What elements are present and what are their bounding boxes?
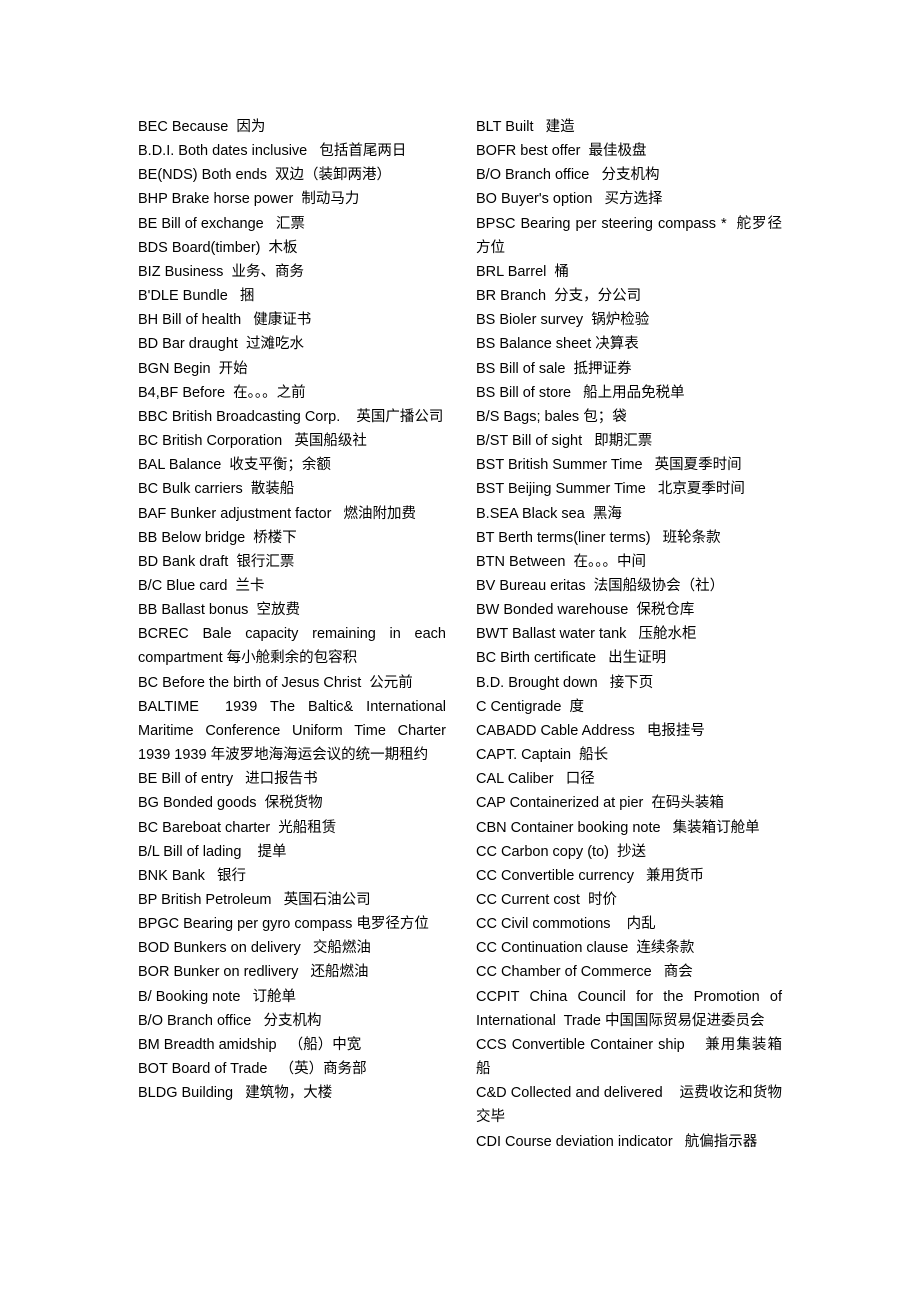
glossary-entry: CC Civil commotions 内乱 [476,916,656,933]
glossary-entry: B/C Blue card 兰卡 [138,577,265,594]
glossary-entry: B/ST Bill of sight 即期汇票 [476,433,653,450]
glossary-entry: BD Bank draft 银行汇票 [138,553,295,570]
glossary-entry: BALTIME 1939 The Baltic& International M… [138,698,451,764]
glossary-entry: BR Branch 分支，分公司 [476,288,642,305]
glossary-entry: B.D.I. Both dates inclusive 包括首尾两日 [138,143,407,160]
right-column: BLT Built 建造 BOFR best offer 最佳极盘 B/O Bran… [476,115,782,1154]
glossary-entry: C&D Collected and delivered 运费收讫和货物交毕 [476,1085,782,1126]
glossary-entry: BE Bill of exchange 汇票 [138,215,305,232]
glossary-entry: BC Bareboat charter 光船租赁 [138,819,337,836]
glossary-entry: BEC Because 因为 [138,119,266,135]
glossary-entry: CABADD Cable Address 电报挂号 [476,722,705,739]
glossary-entry: B/O Branch office 分支机构 [138,1012,322,1029]
glossary-entry: BLDG Building 建筑物，大楼 [138,1085,333,1102]
glossary-entry: BS Balance sheet 决算表 [476,336,639,353]
glossary-entry: CC Chamber of Commerce 商会 [476,964,693,981]
glossary-entry: BW Bonded warehouse 保税仓库 [476,602,695,619]
glossary-entry: BM Breadth amidship （船）中宽 [138,1036,362,1053]
glossary-entry: CC Current cost 时价 [476,892,617,908]
glossary-entry: BAF Bunker adjustment factor 燃油附加费 [138,505,417,522]
glossary-entry: BNK Bank 银行 [138,867,246,884]
glossary-entry: BC Birth certificate 出生证明 [476,650,667,667]
glossary-entry: BDS Board(timber) 木板 [138,239,298,256]
glossary-entry: BS Bill of store 船上用品免税单 [476,384,685,401]
glossary-entry: BT Berth terms(liner terms) 班轮条款 [476,529,721,546]
glossary-entry: BS Bill of sale 抵押证券 [476,360,632,377]
glossary-entry: B'DLE Bundle 捆 [138,288,255,305]
glossary-entry: CAPT. Captain 船长 [476,747,609,764]
glossary-entry: BOR Bunker on redlivery 还船燃油 [138,964,369,981]
glossary-entry: BTN Between 在。。。中间 [476,553,647,570]
left-column: BEC Because 因为 B.D.I. Both dates inclusiv… [138,115,446,1105]
glossary-entry: BPSC Bearing per steering compass * 舵罗径方… [476,215,782,256]
glossary-entry: CC Carbon copy (to) 抄送 [476,843,647,860]
glossary-entry: BOT Board of Trade （英）商务部 [138,1061,367,1078]
glossary-entry: BLT Built 建造 [476,119,575,135]
glossary-entry: BHP Brake horse power 制动马力 [138,191,360,208]
glossary-entry: BPGC Bearing per gyro compass 电罗径方位 [138,916,429,933]
glossary-entry: B/O Branch office 分支机构 [476,167,660,184]
glossary-entry: BOFR best offer 最佳极盘 [476,143,647,160]
glossary-entry: CBN Container booking note 集装箱订舱单 [476,819,760,836]
glossary-entry: BBC British Broadcasting Corp. 英国广播公司 [138,408,444,425]
glossary-entry: CDI Course deviation indicator 航偏指示器 [476,1133,758,1150]
glossary-entry: BOD Bunkers on delivery 交船燃油 [138,940,371,957]
glossary-entry: B4,BF Before 在。。。之前 [138,384,306,401]
glossary-entry: B.SEA Black sea 黑海 [476,505,622,522]
glossary-entry: CC Convertible currency 兼用货币 [476,867,705,884]
glossary-entry: BS Bioler survey 锅炉检验 [476,312,650,329]
glossary-entry: BV Bureau eritas 法国船级协会（社） [476,577,725,594]
glossary-entry: CAL Caliber 口径 [476,771,595,788]
glossary-entry: BCREC Bale capacity remaining in each co… [138,626,451,667]
glossary-entry: BH Bill of health 健康证书 [138,312,312,329]
glossary-entry: BD Bar draught 过滩吃水 [138,336,304,353]
glossary-entry: BC British Corporation 英国船级社 [138,433,367,450]
glossary-entry: BE(NDS) Both ends 双边（装卸两港） [138,167,391,184]
glossary-entry: CCPIT China Council for the Promotion of… [476,988,787,1029]
glossary-entry: BIZ Business 业务、商务 [138,263,304,280]
glossary-entry: BRL Barrel 桶 [476,263,569,280]
glossary-entry: BP British Petroleum 英国石油公司 [138,892,371,908]
glossary-entry: BB Ballast bonus 空放费 [138,602,300,619]
glossary-entry: BGN Begin 开始 [138,360,248,377]
glossary-entry: B/S Bags; bales 包；袋 [476,408,627,425]
glossary-entry: CC Continuation clause 连续条款 [476,940,695,957]
glossary-entry: BG Bonded goods 保税货物 [138,795,323,812]
glossary-entry: BWT Ballast water tank 压舱水柜 [476,626,697,643]
glossary-entry: B.D. Brought down 接下页 [476,674,654,691]
glossary-entry: BB Below bridge 桥楼下 [138,529,297,546]
glossary-entry: CCS Convertible Container ship 兼用集装箱船 [476,1036,782,1078]
glossary-entry: BAL Balance 收支平衡；余额 [138,457,331,474]
glossary-entry: B/ Booking note 订舱单 [138,988,296,1005]
glossary-entry: BC Before the birth of Jesus Christ 公元前 [138,674,413,691]
glossary-entry: BST British Summer Time 英国夏季时间 [476,457,742,474]
glossary-entry: BST Beijing Summer Time 北京夏季时间 [476,481,745,498]
glossary-entry: BC Bulk carriers 散装船 [138,481,295,498]
glossary-entry: C Centigrade 度 [476,698,584,715]
glossary-entry: BO Buyer's option 买方选择 [476,191,663,208]
glossary-entry: B/L Bill of lading 提单 [138,843,287,860]
glossary-entry: BE Bill of entry 进口报告书 [138,771,318,788]
glossary-entry: CAP Containerized at pier 在码头装箱 [476,795,724,812]
